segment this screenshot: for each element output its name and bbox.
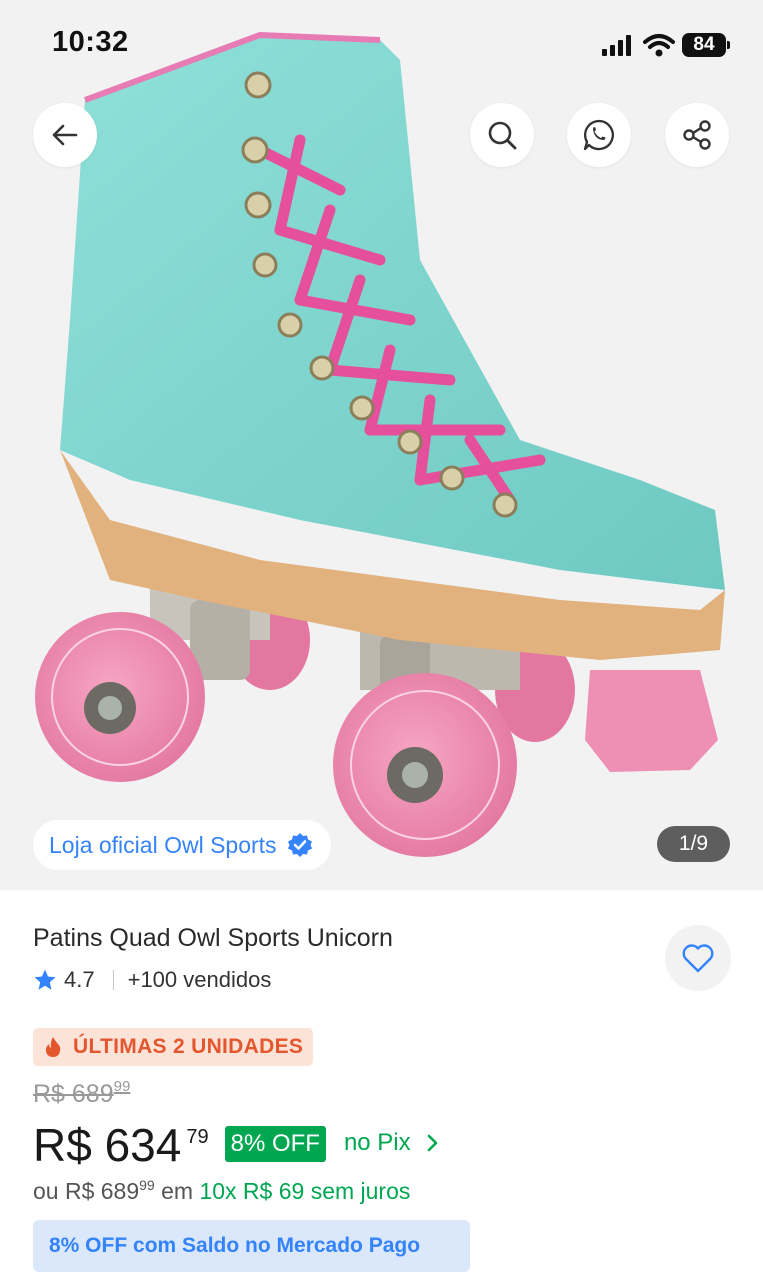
arrow-left-icon: [52, 124, 78, 146]
whatsapp-share-button[interactable]: [567, 103, 631, 167]
status-bar: 10:32 84: [0, 0, 763, 90]
favorite-button[interactable]: [665, 925, 731, 991]
current-price-cents: 79: [186, 1126, 209, 1148]
current-price: R$ 634: [33, 1119, 182, 1171]
original-price: R$ 68999: [33, 1078, 131, 1108]
rating-value: 4.7: [64, 967, 95, 992]
back-button[interactable]: [33, 103, 97, 167]
battery-icon: 84: [682, 33, 730, 57]
product-image-gallery[interactable]: 10:32 84 Loja oficial Owl Sports 1/9: [0, 0, 763, 890]
installments-info: ou R$ 68999 em 10x R$ 69 sem juros: [33, 1177, 411, 1204]
share-icon: [683, 120, 711, 150]
search-icon: [488, 121, 517, 150]
urgency-text: ÚLTIMAS 2 UNIDADES: [73, 1035, 304, 1058]
official-store-badge[interactable]: Loja oficial Owl Sports: [33, 820, 331, 870]
image-page-counter: 1/9: [657, 826, 730, 862]
heart-icon: [682, 944, 714, 973]
urgency-badge: ÚLTIMAS 2 UNIDADES: [33, 1028, 314, 1066]
divider: [112, 970, 114, 990]
sold-count: +100 vendidos: [127, 967, 272, 992]
whatsapp-icon: [583, 119, 614, 151]
price-row[interactable]: R$ 634 79 8% OFF no Pix: [33, 1118, 443, 1174]
battery-level: 84: [682, 33, 726, 57]
verified-icon: [287, 833, 312, 857]
status-time: 10:32: [52, 26, 129, 58]
fire-icon: [45, 1037, 61, 1057]
cellular-signal-icon: [602, 35, 631, 56]
chevron-right-icon[interactable]: [423, 1133, 443, 1153]
mercado-pago-discount-banner[interactable]: 8% OFF com Saldo no Mercado Pago: [33, 1220, 470, 1272]
pix-label[interactable]: no Pix: [344, 1129, 411, 1157]
star-icon: [34, 969, 56, 990]
rating-row[interactable]: 4.7 +100 vendidos: [33, 965, 271, 995]
store-name: Loja oficial Owl Sports: [49, 831, 277, 858]
search-button[interactable]: [470, 103, 534, 167]
discount-badge: 8% OFF: [224, 1126, 326, 1162]
product-title: Patins Quad Owl Sports Unicorn: [33, 924, 393, 952]
wifi-icon: [643, 34, 675, 57]
share-button[interactable]: [665, 103, 729, 167]
product-image[interactable]: [0, 0, 763, 890]
